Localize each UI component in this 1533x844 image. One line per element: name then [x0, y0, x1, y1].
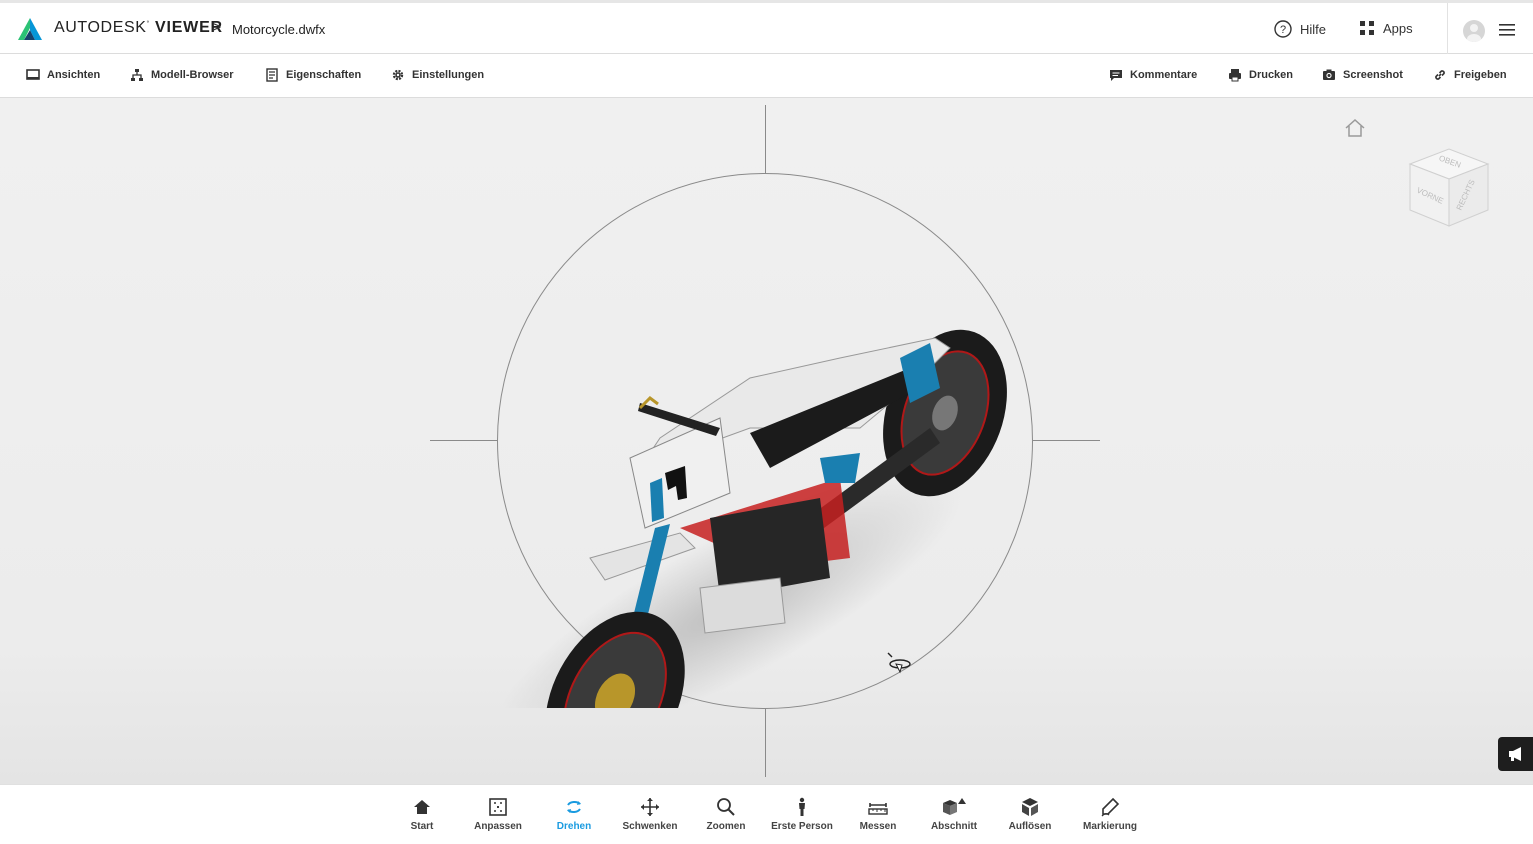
fit-icon — [489, 798, 507, 816]
home-icon — [414, 800, 430, 814]
navigation-toolbar: Start Anpassen Drehen Schwenken Zoomen E… — [0, 784, 1533, 844]
toolbar-drucken[interactable]: Drucken — [1228, 68, 1293, 82]
tool-markierung[interactable]: Markierung — [1075, 797, 1145, 832]
tool-drehen[interactable]: Drehen — [539, 797, 609, 832]
svg-text:?: ? — [1280, 24, 1286, 36]
header-divider — [1447, 3, 1448, 54]
measure-icon — [868, 803, 888, 815]
skid-plate — [699, 577, 786, 634]
file-name: Motorcycle.dwfx — [232, 22, 326, 37]
megaphone-icon — [1508, 747, 1521, 761]
orbit-guide-top — [765, 105, 766, 173]
tool-schwenken[interactable]: Schwenken — [615, 797, 685, 832]
app-header: AUTODESK° VIEWER > Motorcycle.dwfx ? Hil… — [0, 0, 1533, 54]
help-button[interactable]: ? Hilfe — [1274, 20, 1326, 38]
link-icon — [1435, 70, 1445, 80]
tool-abschnitt[interactable]: Abschnitt — [919, 797, 989, 832]
zoom-icon — [717, 798, 735, 816]
orbit-icon — [567, 801, 581, 813]
apps-grid-icon — [1360, 21, 1374, 35]
help-icon: ? — [1274, 20, 1292, 38]
toolbar-ansichten[interactable]: Ansichten — [26, 68, 100, 82]
orbit-cursor-icon — [887, 652, 911, 674]
toolbar-eigenschaften[interactable]: Eigenschaften — [265, 68, 361, 82]
toolbar-einstellungen[interactable]: Einstellungen — [391, 68, 484, 82]
apps-button[interactable]: Apps — [1359, 20, 1413, 36]
autodesk-logo-icon[interactable] — [18, 18, 42, 40]
comment-icon — [1110, 70, 1122, 81]
tool-zoomen[interactable]: Zoomen — [691, 797, 761, 832]
side-panel-blue — [820, 453, 860, 483]
document-icon — [266, 68, 278, 82]
orbit-guide-bottom — [765, 709, 766, 777]
toolbar-modell-browser[interactable]: Modell-Browser — [130, 68, 234, 82]
viewcube[interactable]: OBEN VORNE RECHTS — [1404, 144, 1494, 234]
printer-icon — [1229, 69, 1241, 82]
toolbar-kommentare[interactable]: Kommentare — [1109, 68, 1197, 82]
3d-viewport[interactable]: OBEN VORNE RECHTS — [0, 98, 1533, 784]
toolbar-screenshot[interactable]: Screenshot — [1322, 68, 1403, 82]
feedback-button[interactable] — [1498, 737, 1533, 771]
tool-aufloesen[interactable]: Auflösen — [995, 797, 1065, 832]
motorcycle-model[interactable] — [480, 228, 1040, 708]
orbit-guide-right — [1033, 440, 1100, 441]
explode-icon — [1022, 798, 1038, 816]
tool-anpassen[interactable]: Anpassen — [463, 797, 533, 832]
section-icon — [943, 798, 966, 815]
user-icon — [1467, 24, 1481, 42]
person-icon — [799, 797, 805, 816]
tool-start[interactable]: Start — [387, 797, 457, 832]
tool-messen[interactable]: Messen — [843, 797, 913, 832]
pan-icon — [641, 798, 659, 816]
toolbar-freigeben[interactable]: Freigeben — [1433, 68, 1507, 82]
tool-erste-person[interactable]: Erste Person — [767, 797, 837, 832]
product-name: AUTODESK° VIEWER — [54, 19, 223, 36]
hierarchy-icon — [131, 69, 143, 81]
markup-icon — [1101, 797, 1120, 817]
gear-icon — [392, 69, 404, 81]
camera-icon — [1323, 69, 1335, 80]
viewer-toolbar: Ansichten Modell-Browser Eigenschaften E… — [0, 54, 1533, 98]
home-icon[interactable] — [1344, 118, 1366, 138]
monitor-icon — [26, 69, 40, 80]
avatar[interactable] — [1463, 20, 1485, 42]
hamburger-menu-icon[interactable] — [1499, 23, 1515, 37]
breadcrumb-separator: > — [212, 19, 222, 36]
